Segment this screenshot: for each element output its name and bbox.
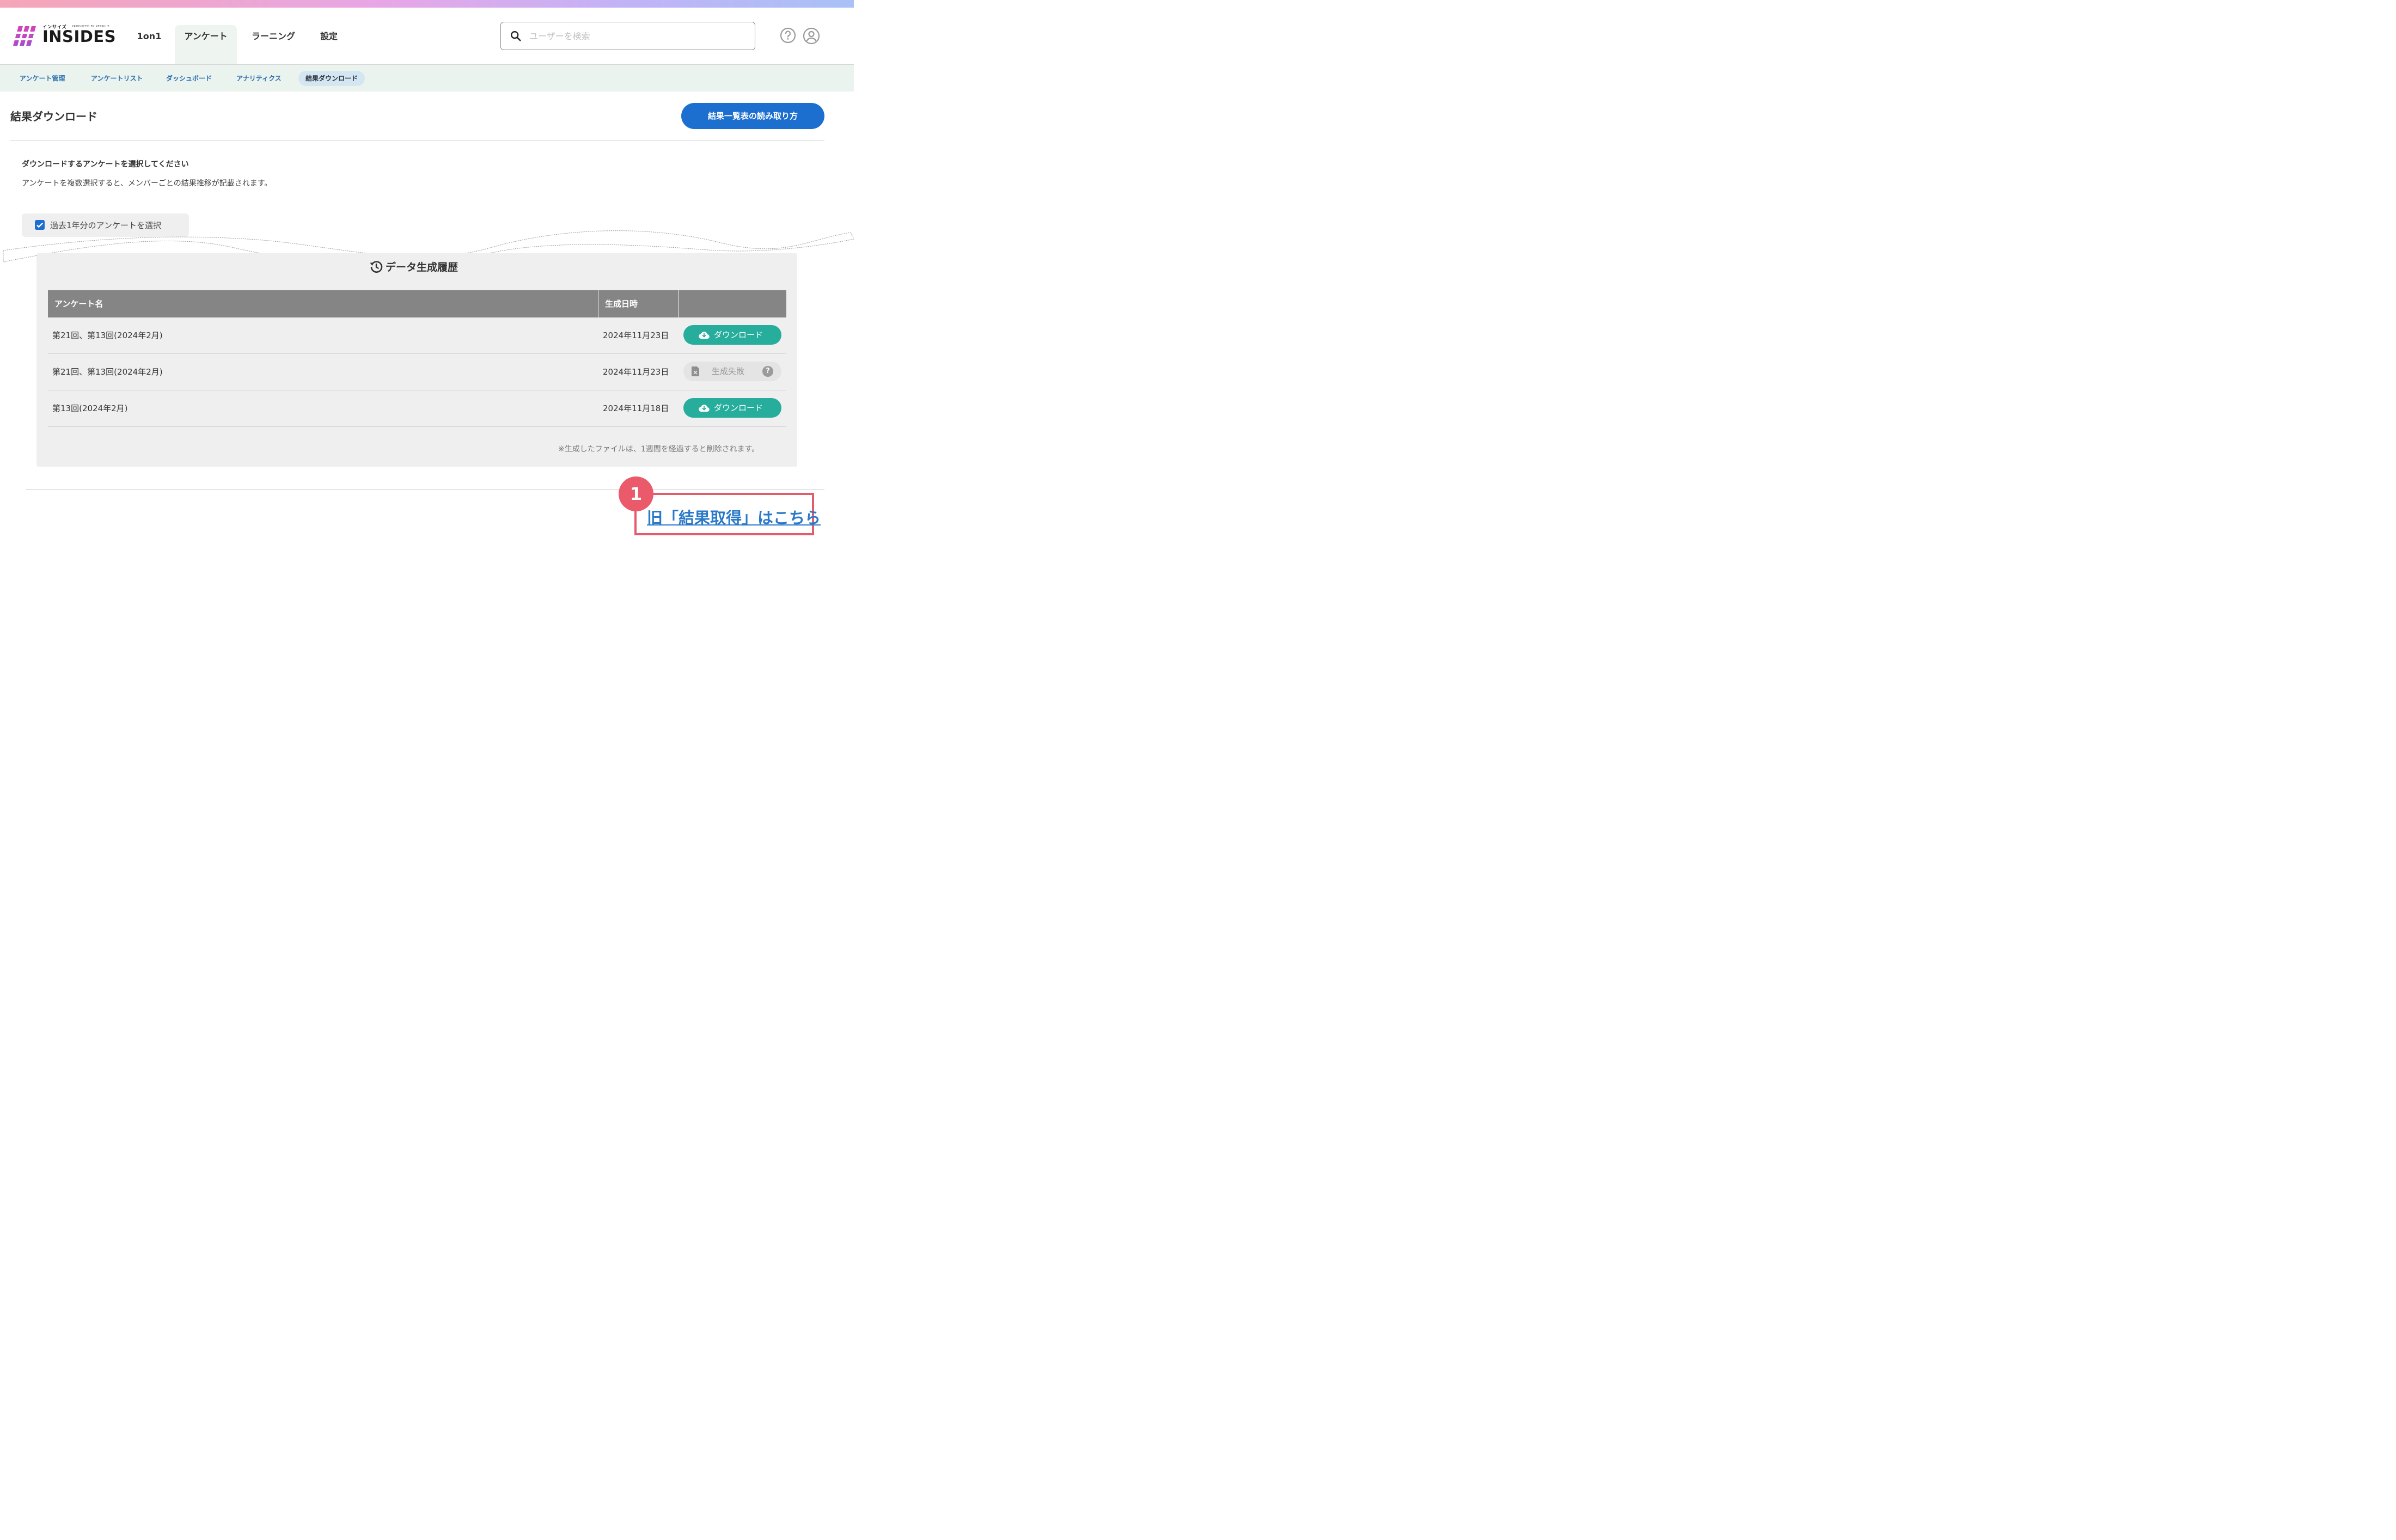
survey-name-cell: 第21回、第13回(2024年2月) [52,331,163,340]
table-row: 第21回、第13回(2024年2月) 2024年11月23日 生成失敗 ? [48,354,786,390]
divider [10,140,824,141]
deletion-footnote: ※生成したファイルは、1週間を経過すると削除されます。 [558,445,760,454]
divider [26,489,824,490]
top-accent-bar [0,0,854,8]
subnav-dashboard[interactable]: ダッシュボード [159,71,219,86]
instruction-note: アンケートを複数選択すると、メンバーごとの結果推移が記載されます。 [22,179,272,188]
download-button[interactable]: ダウンロード [683,398,781,418]
history-icon [370,261,383,273]
subnav-survey-management[interactable]: アンケート管理 [13,71,72,86]
generation-failed-status: 生成失敗 ? [683,362,781,381]
cloud-download-icon [699,405,710,412]
search-icon [511,31,521,41]
app-header: インサイズ PRODUCED BY RECRUIT INSIDES 1on1 ア… [0,8,854,65]
page-title: 結果ダウンロード [10,110,97,123]
annotation-step-badge: 1 [619,476,653,511]
column-generated-date: 生成日時 [605,299,638,309]
download-label: ダウンロード [714,330,763,340]
table-row: 第13回(2024年2月) 2024年11月18日 ダウンロード [48,390,786,427]
file-error-icon [692,366,699,376]
old-result-retrieval-link[interactable]: 旧「結果取得」はこちら [647,505,821,528]
nav-tab-settings[interactable]: 設定 [311,25,346,64]
failed-label: 生成失敗 [712,366,745,376]
logo-wordmark: INSIDES [42,27,117,46]
instruction-heading: ダウンロードするアンケートを選択してください [22,160,189,169]
how-to-read-results-button[interactable]: 結果一覧表の読み取り方 [681,103,824,129]
generated-date-cell: 2024年11月18日 [603,404,669,413]
generated-date-cell: 2024年11月23日 [603,331,669,340]
user-search-box[interactable] [500,22,755,50]
nav-tab-learning[interactable]: ラーニング [245,25,302,64]
column-survey-name: アンケート名 [54,299,103,309]
nav-tab-1on1[interactable]: 1on1 [130,25,169,64]
subnav-analytics[interactable]: アナリティクス [229,71,289,86]
help-icon[interactable] [780,27,796,44]
history-table-header: アンケート名 生成日時 [48,290,786,317]
subnav-survey-list[interactable]: アンケートリスト [84,71,150,86]
survey-name-cell: 第13回(2024年2月) [52,404,128,413]
user-account-icon[interactable] [803,27,820,45]
insides-logo-mark [12,26,38,46]
download-button[interactable]: ダウンロード [683,325,781,345]
insides-logo[interactable]: インサイズ PRODUCED BY RECRUIT INSIDES [12,24,116,49]
download-label: ダウンロード [714,403,763,413]
table-row: 第21回、第13回(2024年2月) 2024年11月23日 ダウンロード [48,317,786,354]
help-icon[interactable]: ? [762,366,773,377]
cloud-download-icon [699,332,710,339]
survey-name-cell: 第21回、第13回(2024年2月) [52,367,163,377]
generated-date-cell: 2024年11月23日 [603,367,669,377]
user-search-input[interactable] [528,28,748,44]
history-title-text: データ生成履歴 [386,261,459,273]
survey-subnav: アンケート管理 アンケートリスト ダッシュボード アナリティクス 結果ダウンロー… [0,65,854,91]
nav-tab-survey[interactable]: アンケート [175,25,237,64]
subnav-result-download[interactable]: 結果ダウンロード [298,71,365,86]
